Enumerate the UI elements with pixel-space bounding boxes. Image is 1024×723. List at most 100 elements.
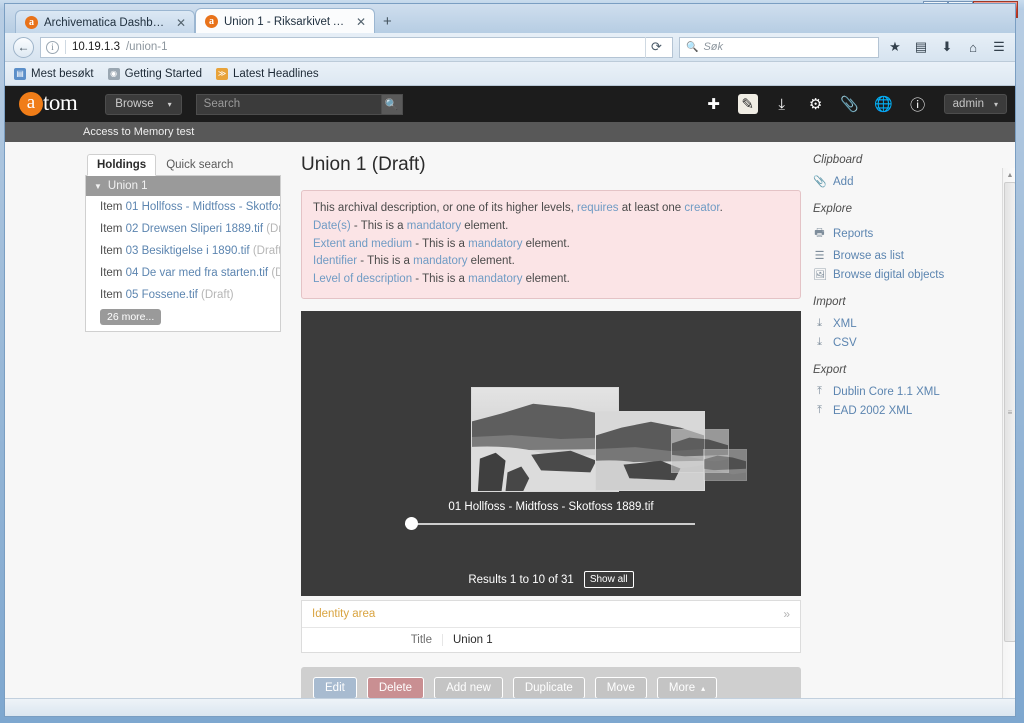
browse-dropdown[interactable]: Browse ▾ — [105, 93, 182, 115]
edit-button[interactable]: Edit — [313, 677, 357, 700]
treeview-item[interactable]: Item 05 Fossene.tif (Draft) — [86, 284, 280, 306]
item-link[interactable]: 03 Besiktigelse i 1890.tif — [126, 245, 250, 257]
reload-icon[interactable]: ⟳ — [645, 36, 667, 58]
bookmark-getting-started[interactable]: ◉ Getting Started — [107, 67, 202, 80]
collapse-caret-icon[interactable]: ▼ — [94, 182, 102, 191]
alert-link[interactable]: mandatory — [468, 238, 522, 250]
alert-link[interactable]: Identifier — [313, 255, 357, 267]
new-tab-button[interactable]: + — [375, 13, 400, 33]
close-icon[interactable]: ✕ — [356, 15, 366, 29]
treeview-root[interactable]: ▼ Union 1 — [86, 176, 280, 196]
item-link[interactable]: 01 Hollfoss - Midtfoss - Skotfoss 1... — [126, 201, 280, 213]
treeview-item[interactable]: Item 04 De var med fra starten.tif (Draf… — [86, 262, 280, 284]
image-carousel[interactable] — [301, 387, 801, 493]
alert-link[interactable]: mandatory — [413, 255, 467, 267]
item-link[interactable]: 04 De var med fra starten.tif — [126, 267, 269, 279]
bookmark-mest-besokt[interactable]: ▤ Mest besøkt — [14, 67, 94, 80]
search-placeholder: Søk — [703, 41, 724, 53]
export-dublin-core-link[interactable]: ⤒ Dublin Core 1.1 XML — [813, 382, 1001, 401]
tab-title: Union 1 - Riksarkivet AtoM — [224, 15, 346, 28]
validation-alert: This archival description, or one of its… — [301, 190, 801, 300]
carousel-slider[interactable] — [405, 517, 695, 531]
show-all-button[interactable]: Show all — [583, 571, 634, 589]
close-icon[interactable]: ✕ — [176, 16, 186, 30]
alert-link[interactable]: creator — [684, 202, 719, 214]
slider-knob[interactable] — [405, 517, 418, 531]
site-identity-icon[interactable]: i — [46, 40, 59, 54]
back-button[interactable]: ← — [13, 36, 34, 58]
site-name: Access to Memory test — [5, 122, 1015, 142]
treeview-item[interactable]: Item 01 Hollfoss - Midtfoss - Skotfoss 1… — [86, 196, 280, 218]
treeview-root-label: Union 1 — [107, 180, 148, 192]
info-icon[interactable]: ⓘ — [908, 94, 928, 114]
globe-icon[interactable]: 🌐 — [874, 94, 894, 114]
clipboard-add-link[interactable]: 📎 Add — [813, 172, 1001, 191]
field-label: Title — [302, 634, 443, 647]
search-icon[interactable]: 🔍 — [380, 93, 403, 115]
slider-track[interactable] — [405, 523, 695, 526]
admin-menu[interactable]: admin ▾ — [943, 94, 1007, 114]
browser-tab-archivematica[interactable]: a Archivematica Dashboard ... ✕ — [15, 10, 195, 34]
admin-label: admin — [952, 98, 984, 110]
downloads-icon[interactable]: ⬇ — [937, 39, 957, 55]
treeview-more-button[interactable]: 26 more... — [100, 309, 162, 325]
atom-search-input[interactable]: Search — [195, 93, 381, 115]
clipboard-icon[interactable]: 📎 — [840, 94, 860, 114]
item-link[interactable]: 02 Drewsen Sliperi 1889.tif — [126, 223, 263, 235]
reader-icon[interactable]: ▤ — [911, 39, 931, 55]
url-bar[interactable]: i 10.19.1.3/union-1 ⟳ — [40, 36, 673, 58]
browser-search-input[interactable]: 🔍 Søk — [679, 36, 879, 58]
browse-digital-objects-link[interactable]: 🖼 Browse digital objects — [813, 265, 1001, 284]
item-link[interactable]: 05 Fossene.tif — [126, 289, 198, 301]
move-button[interactable]: Move — [594, 677, 647, 700]
link-label: EAD 2002 XML — [833, 404, 913, 417]
alert-line: Identifier - This is a mandatory element… — [313, 253, 789, 271]
alert-link[interactable]: mandatory — [468, 273, 522, 285]
alert-link[interactable]: mandatory — [407, 220, 461, 232]
add-new-button[interactable]: Add new — [434, 677, 503, 700]
import-icon[interactable]: ⤓ — [772, 94, 792, 114]
bookmark-label: Mest besøkt — [31, 67, 94, 80]
alert-text: - This is a — [412, 273, 469, 286]
browse-as-list-link[interactable]: ☰ Browse as list — [813, 246, 1001, 265]
import-xml-link[interactable]: ⤓ XML — [813, 314, 1001, 333]
export-ead-link[interactable]: ⤒ EAD 2002 XML — [813, 401, 1001, 420]
page-scrollbar[interactable]: ▲ ≡ ▼ — [1002, 168, 1015, 716]
bookmark-latest-headlines[interactable]: ≫ Latest Headlines — [216, 67, 319, 80]
chevron-down-icon: ▾ — [993, 99, 998, 109]
more-button[interactable]: More ▴ — [656, 677, 718, 700]
chevron-right-icon[interactable]: » — [783, 607, 790, 621]
carousel-photo-4[interactable] — [703, 449, 747, 482]
bookmark-star-icon[interactable]: ★ — [885, 39, 905, 55]
menu-icon[interactable]: ☰ — [989, 39, 1009, 55]
reports-link[interactable]: 🖶 Reports — [813, 221, 1001, 246]
scrollbar-thumb[interactable]: ≡ — [1004, 182, 1015, 642]
atom-logo-icon: a — [19, 92, 43, 116]
treeview-item[interactable]: Item 02 Drewsen Sliperi 1889.tif (Draft) — [86, 218, 280, 240]
atom-header: a tom Browse ▾ Search 🔍 ✚ ✎ ⤓ ⚙ 📎 🌐 ⓘ ad… — [5, 86, 1015, 122]
link-label: XML — [833, 317, 857, 330]
home-icon[interactable]: ⌂ — [963, 40, 983, 55]
alert-link[interactable]: Level of description — [313, 273, 412, 285]
alert-line: Level of description - This is a mandato… — [313, 271, 789, 289]
treeview-item[interactable]: Item 03 Besiktigelse i 1890.tif (Draft) — [86, 240, 280, 262]
scroll-up-icon[interactable]: ▲ — [1003, 168, 1015, 182]
browser-tab-union-1[interactable]: a Union 1 - Riksarkivet AtoM ✕ — [195, 8, 375, 34]
settings-icon[interactable]: ⚙ — [806, 94, 826, 114]
alert-link[interactable]: Extent and medium — [313, 238, 412, 250]
alert-link[interactable]: requires — [577, 202, 619, 214]
tab-quick-search[interactable]: Quick search — [156, 154, 243, 176]
delete-button[interactable]: Delete — [366, 677, 425, 700]
atom-logo[interactable]: a tom — [19, 91, 78, 117]
edit-icon[interactable]: ✎ — [737, 94, 758, 114]
tab-title: Archivematica Dashboard ... — [44, 16, 166, 29]
identity-area-header[interactable]: Identity area » — [302, 601, 800, 629]
duplicate-button[interactable]: Duplicate — [512, 677, 585, 700]
export-dc-icon: ⤒ — [817, 385, 822, 397]
import-csv-link[interactable]: ⤓ CSV — [813, 333, 1001, 352]
alert-link[interactable]: Date(s) — [313, 220, 351, 232]
add-icon[interactable]: ✚ — [704, 94, 724, 114]
tab-holdings[interactable]: Holdings — [87, 154, 157, 176]
alert-line: Date(s) - This is a mandatory element. — [313, 218, 789, 236]
caret-up-icon: ▴ — [701, 683, 706, 693]
